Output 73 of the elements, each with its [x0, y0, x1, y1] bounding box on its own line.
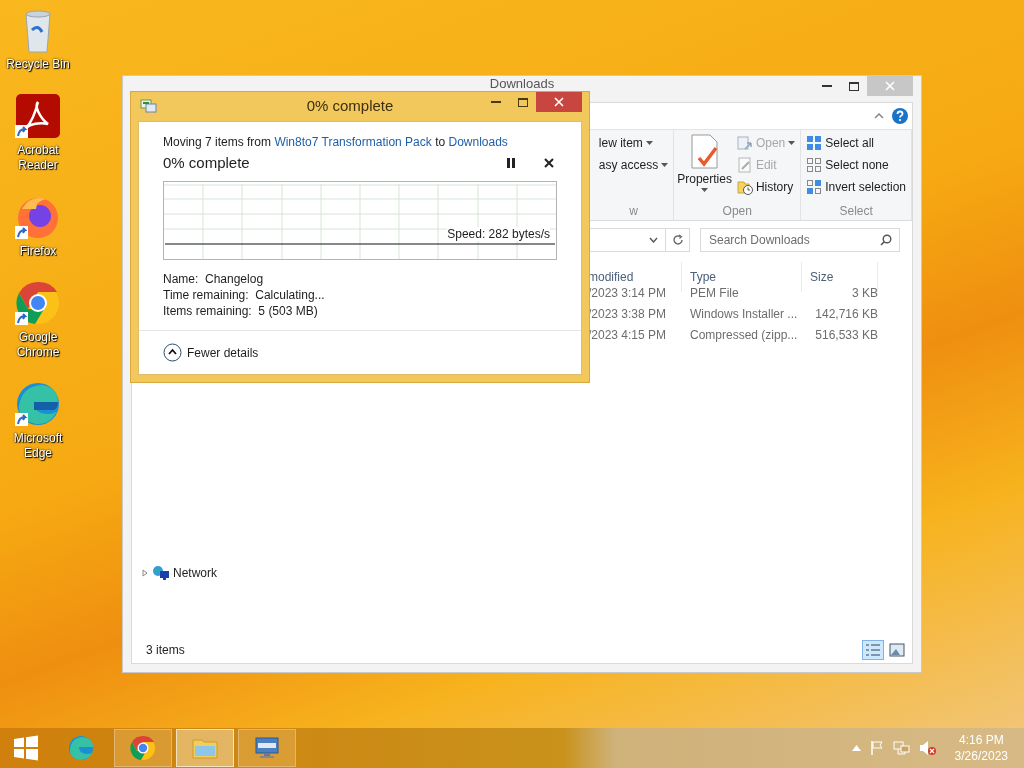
cancel-button[interactable] [542, 155, 556, 170]
maximize-icon [517, 97, 528, 107]
invert-icon [806, 179, 823, 195]
details-view-button[interactable] [862, 640, 884, 660]
properties-label: Properties [677, 172, 732, 186]
detail-line: Name: Changelog [163, 271, 265, 287]
speed-reading: Speed: 282 bytes/s [447, 227, 550, 241]
taskbar-app-button[interactable] [114, 729, 172, 767]
desktop-icon-label: Google Chrome [15, 330, 61, 360]
ribbon-command[interactable]: asy access [596, 156, 671, 174]
progress-heading: 0% complete [163, 154, 251, 171]
ribbon-group-label: Select [838, 204, 874, 218]
globe-monitor-icon [152, 565, 170, 581]
type-cell-text: Windows Installer ... [689, 306, 799, 323]
select-all-icon [806, 135, 823, 151]
window-title: Downloads [488, 77, 556, 91]
status-text: 3 items [146, 643, 185, 657]
column-header[interactable]: modified [588, 270, 634, 284]
browser-wheel-icon [129, 734, 157, 762]
browser-wave-icon [67, 734, 95, 762]
chevron-up-icon [163, 343, 182, 362]
search-field[interactable]: Search Downloads [700, 228, 900, 252]
windows-logo-icon [13, 735, 39, 761]
destination-folder-link[interactable]: Downloads [448, 135, 508, 149]
dropdown-caret-icon[interactable] [648, 237, 658, 243]
ribbon-command[interactable]: lew item [596, 134, 671, 152]
speaker-muted-icon[interactable] [918, 740, 937, 756]
edit-icon [736, 157, 753, 173]
help-icon[interactable] [892, 108, 908, 124]
ribbon-group-label: w [628, 204, 639, 218]
pdf-reader-icon[interactable] [14, 92, 62, 140]
dialog-title: 0% complete [305, 96, 395, 114]
properties-button[interactable]: Properties [677, 134, 732, 204]
details-toggle[interactable]: Fewer details [163, 343, 259, 362]
desktop-icon-label: Acrobat Reader [16, 143, 60, 173]
desktop-icon-label: Firefox [18, 244, 58, 259]
desktop-icon-label: Microsoft Edge [12, 431, 64, 461]
desktop-icon-label: Recycle Bin [5, 57, 71, 72]
expand-arrow-icon[interactable] [142, 569, 149, 577]
size-cell-text: 3 KB [851, 285, 878, 302]
type-cell-text: PEM File [689, 285, 740, 302]
type-cell-text: Compressed (zipp... [689, 327, 799, 344]
browser-wave-icon[interactable] [14, 380, 62, 428]
pause-button[interactable] [504, 155, 518, 170]
select-none-icon [806, 157, 823, 173]
search-icon [880, 234, 892, 246]
refresh-icon[interactable] [671, 234, 684, 246]
collapse-ribbon-icon[interactable] [874, 113, 884, 119]
history-icon [736, 179, 753, 195]
size-cell-text: 516,533 KB [814, 327, 878, 344]
close-icon [554, 97, 564, 107]
minimize-icon [821, 85, 832, 87]
size-cell-text: 142,716 KB [814, 306, 878, 323]
open-icon [736, 135, 753, 151]
document-check-icon [688, 134, 721, 170]
ribbon-command[interactable]: Invert selection [804, 178, 908, 196]
ribbon-group-label: Open [721, 204, 753, 218]
column-header[interactable]: Type [690, 270, 716, 284]
ribbon-command[interactable]: History [734, 178, 798, 196]
source-folder-link[interactable]: Win8to7 Transformation Pack [274, 135, 432, 149]
ribbon-command[interactable]: Select all [804, 134, 908, 152]
nav-item[interactable]: Network [173, 566, 217, 580]
detail-line: Items remaining: 5 (503 MB) [163, 303, 319, 319]
large-icons-view-button[interactable] [886, 640, 908, 660]
ribbon-command[interactable]: Select none [804, 156, 908, 174]
detail-line: Time remaining: Calculating... [163, 287, 326, 303]
taskbar-app-button[interactable] [238, 729, 296, 767]
column-header[interactable]: Size [810, 270, 834, 284]
operation-description: Moving 7 items from Win8to7 Transformation Pack to Downloads [163, 135, 509, 149]
copy-files-icon [140, 98, 158, 114]
browser-wheel-icon[interactable] [14, 279, 62, 327]
maximize-icon [848, 81, 859, 91]
close-icon [885, 81, 895, 91]
